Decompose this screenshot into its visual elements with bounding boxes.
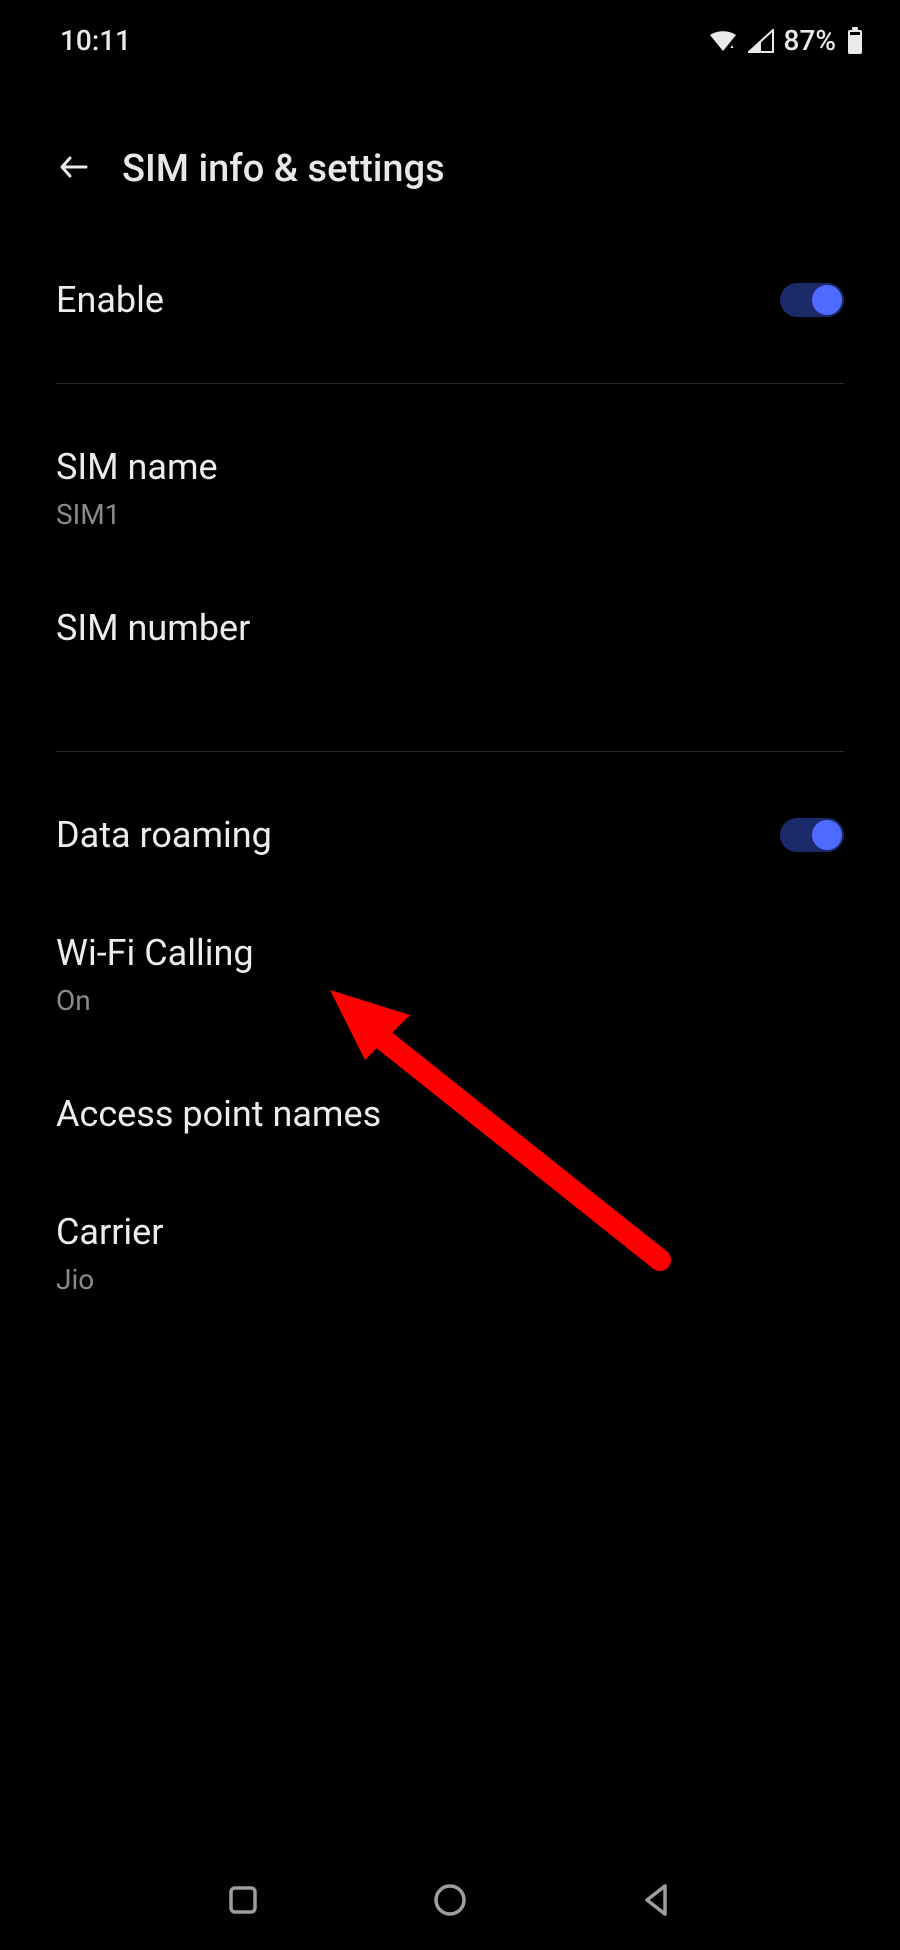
sim-name-row[interactable]: SIM name SIM1 bbox=[0, 408, 900, 569]
data-roaming-row[interactable]: Data roaming bbox=[0, 776, 900, 894]
enable-label: Enable bbox=[56, 279, 164, 321]
data-roaming-label: Data roaming bbox=[56, 814, 272, 856]
nav-back-icon[interactable] bbox=[639, 1882, 675, 1922]
divider bbox=[56, 751, 844, 752]
nav-recent-icon[interactable] bbox=[225, 1882, 261, 1922]
battery-percent: 87% bbox=[784, 24, 836, 57]
carrier-row[interactable]: Carrier Jio bbox=[0, 1173, 900, 1334]
signal-icon bbox=[748, 29, 774, 53]
status-right: 87% bbox=[708, 24, 864, 57]
wifi-icon bbox=[708, 29, 738, 53]
wifi-calling-value: On bbox=[56, 984, 254, 1017]
sim-name-value: SIM1 bbox=[56, 498, 218, 531]
divider bbox=[56, 383, 844, 384]
nav-home-icon[interactable] bbox=[432, 1882, 468, 1922]
sim-number-value bbox=[56, 659, 250, 689]
page-header: SIM info & settings bbox=[0, 57, 900, 241]
sim-number-row[interactable]: SIM number bbox=[0, 569, 900, 727]
back-arrow-icon[interactable] bbox=[56, 149, 92, 189]
enable-toggle[interactable] bbox=[780, 283, 844, 317]
status-bar: 10:11 87% bbox=[0, 0, 900, 57]
apn-row[interactable]: Access point names bbox=[0, 1055, 900, 1173]
carrier-label: Carrier bbox=[56, 1211, 163, 1253]
data-roaming-toggle[interactable] bbox=[780, 818, 844, 852]
enable-row[interactable]: Enable bbox=[0, 241, 900, 359]
navigation-bar bbox=[0, 1882, 900, 1922]
status-time: 10:11 bbox=[60, 24, 131, 57]
wifi-calling-label: Wi-Fi Calling bbox=[56, 932, 254, 974]
sim-name-label: SIM name bbox=[56, 446, 218, 488]
carrier-value: Jio bbox=[56, 1263, 163, 1296]
battery-icon bbox=[846, 27, 864, 55]
apn-label: Access point names bbox=[56, 1093, 381, 1135]
wifi-calling-row[interactable]: Wi-Fi Calling On bbox=[0, 894, 900, 1055]
page-title: SIM info & settings bbox=[122, 147, 445, 191]
sim-number-label: SIM number bbox=[56, 607, 250, 649]
